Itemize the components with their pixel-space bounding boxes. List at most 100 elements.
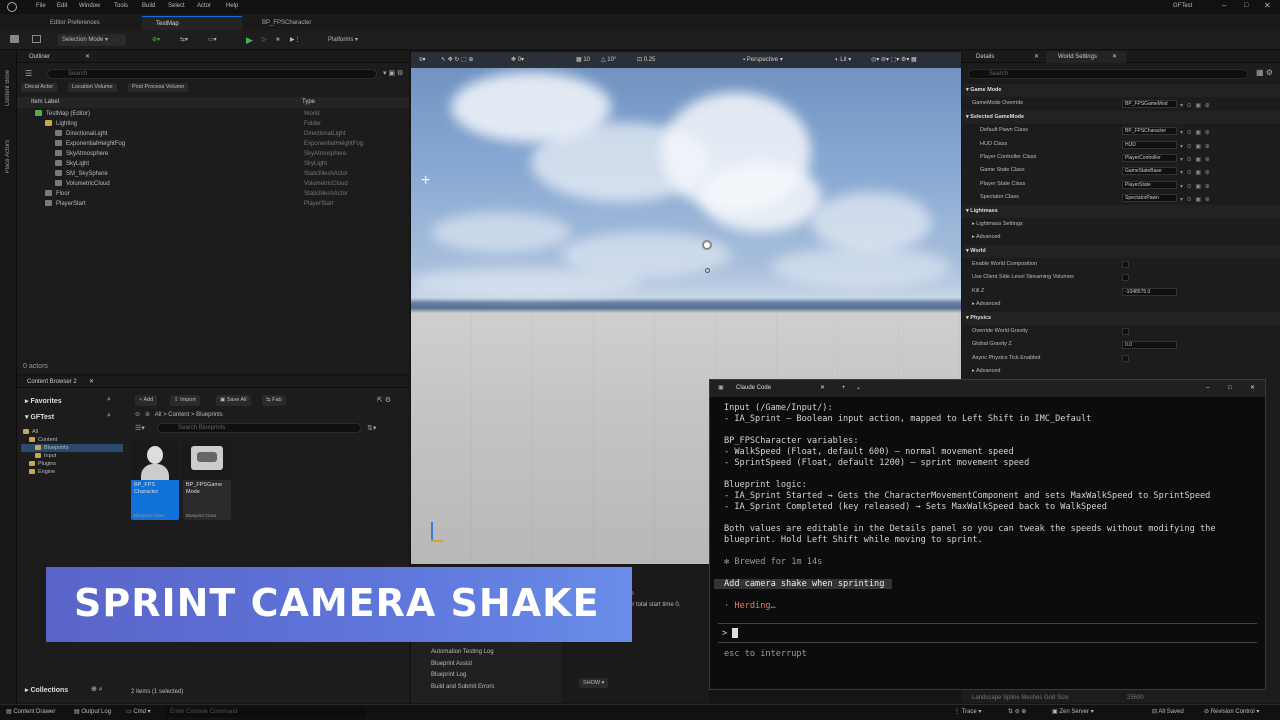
outliner-row[interactable]: TestMap (Editor) World xyxy=(17,109,409,119)
outliner-row[interactable]: SkyLight SkyLight xyxy=(17,159,409,169)
terminal-input[interactable]: > xyxy=(718,623,1257,643)
details-section[interactable]: ▾ Lightmass xyxy=(962,204,1280,218)
menu-file[interactable]: File xyxy=(36,3,46,9)
tab-dropdown-icon[interactable]: ⌄ xyxy=(856,380,861,397)
terminal-minimize-icon[interactable]: – xyxy=(1206,380,1209,397)
outliner-row[interactable]: Floor StaticMeshActor xyxy=(17,189,409,199)
details-value-field[interactable]: SpectatorPawn xyxy=(1122,194,1177,203)
platforms-dropdown[interactable]: Platforms ▾ xyxy=(324,34,362,46)
lit-dropdown[interactable]: ◐ Lit ▾ xyxy=(835,52,851,68)
details-value-field[interactable]: BP_FPSCharacter xyxy=(1122,127,1177,136)
details-row[interactable]: ▸ Advanced xyxy=(962,365,1280,378)
log-category-item[interactable]: Automation Testing Log xyxy=(411,647,561,659)
menu-select[interactable]: Select xyxy=(168,3,185,9)
outliner-row[interactable]: SkyAtmosphere SkyAtmosphere xyxy=(17,149,409,159)
tree-item[interactable]: Plugins xyxy=(21,460,123,468)
details-section[interactable]: ▾ Selected GameMode xyxy=(962,110,1280,125)
crumb-blueprints[interactable]: Blueprints xyxy=(196,412,223,418)
unreal-logo-icon[interactable] xyxy=(7,2,17,12)
details-row[interactable]: Spectator Class SpectatorPawn ▾ ⊙ ▣ ⊕ xyxy=(962,191,1280,204)
menu-window[interactable]: Window xyxy=(79,3,100,9)
details-row[interactable]: Enable World Composition xyxy=(962,258,1280,271)
zen-server-button[interactable]: ▣ Zen Server ▾ xyxy=(1052,705,1094,720)
details-value-field[interactable]: BP_FPSGameMod xyxy=(1122,100,1177,109)
save-all-button[interactable]: ▣ Save All xyxy=(216,395,251,406)
details-row[interactable]: ▸ Advanced xyxy=(962,298,1280,311)
favorites-section[interactable]: ▸ Favorites xyxy=(25,397,62,406)
menu-edit[interactable]: Edit xyxy=(57,3,67,9)
tree-item[interactable]: Input xyxy=(21,452,123,460)
cmd-dropdown[interactable]: ▭ Cmd ▾ xyxy=(126,705,151,720)
place-actors-tab[interactable]: Place Actors xyxy=(5,140,11,173)
outliner-search-input[interactable]: Search xyxy=(47,69,377,79)
derived-data-icons[interactable]: ⇅ ⊘ ⊕ xyxy=(1008,705,1026,720)
terminal-close-icon[interactable]: ✕ xyxy=(1250,380,1255,397)
close-icon[interactable]: ✕ xyxy=(1264,1,1271,10)
tab-testmap[interactable]: TestMap xyxy=(142,16,242,30)
col-type[interactable]: Type xyxy=(302,97,315,108)
details-checkbox[interactable] xyxy=(1122,354,1129,362)
outliner-row[interactable]: SM_SkySphere StaticMeshActor xyxy=(17,169,409,179)
details-row[interactable]: Game State Class GameStateBase ▾ ⊙ ▣ ⊕ xyxy=(962,164,1280,177)
details-section[interactable]: ▾ Game Mode xyxy=(962,84,1280,98)
details-checkbox[interactable] xyxy=(1122,274,1129,282)
details-row[interactable]: ▸ Lightmass Settings xyxy=(962,218,1280,231)
content-browser-close-icon[interactable]: ✕ xyxy=(89,376,94,388)
details-search-input[interactable]: Search xyxy=(968,69,1248,79)
back-icon[interactable]: ⊖ xyxy=(135,412,140,418)
collections-icons[interactable]: ⊕ ⌕ xyxy=(91,685,103,694)
favorites-search-icon[interactable]: ⌕ xyxy=(107,396,111,404)
all-saved-button[interactable]: ⊟ All Saved xyxy=(1152,705,1184,720)
tree-item[interactable]: Content xyxy=(21,436,123,444)
details-value-field[interactable]: PlayerController xyxy=(1122,153,1177,162)
outliner-row[interactable]: DirectionalLight DirectionalLight xyxy=(17,129,409,139)
tab-world-close-icon[interactable]: ✕ xyxy=(1112,51,1117,63)
details-checkbox[interactable] xyxy=(1122,328,1129,336)
details-section[interactable]: ▾ World xyxy=(962,244,1280,259)
details-value-field[interactable]: -1048575.0 xyxy=(1122,287,1177,296)
actor-gizmo-icon[interactable] xyxy=(705,268,710,273)
menu-actor[interactable]: Actor xyxy=(197,3,211,9)
details-row[interactable]: Kill Z -1048575.0 xyxy=(962,285,1280,298)
asset-sort-icon[interactable]: ⇅▾ xyxy=(367,424,376,432)
add-button[interactable]: + Add xyxy=(135,395,158,406)
details-row[interactable]: GameMode Override BP_FPSGameMod ▾ ⊙ ▣ ⊕ xyxy=(962,97,1280,110)
save-icon[interactable] xyxy=(10,35,19,43)
log-category-item[interactable]: Blueprint Assist xyxy=(411,659,561,671)
step-icon[interactable]: ▷ xyxy=(258,34,271,46)
tab-bp-fpscharacter[interactable]: BP_FPSCharacter xyxy=(248,16,348,30)
perspective-dropdown[interactable]: ▪ Perspective ▾ xyxy=(743,52,783,68)
forward-icon[interactable]: ⊕ xyxy=(145,412,150,418)
project-search-icon[interactable]: ⌕ xyxy=(107,412,111,420)
details-row[interactable]: Global Gravity Z 0.0 xyxy=(962,338,1280,351)
show-button[interactable]: SHOW ▾ xyxy=(579,678,609,688)
details-checkbox[interactable] xyxy=(1122,261,1129,269)
details-value-field[interactable]: GameStateBase xyxy=(1122,167,1177,176)
crumb-all[interactable]: All xyxy=(155,412,162,418)
selection-mode-dropdown[interactable]: Selection Mode ▾ xyxy=(58,34,126,46)
terminal-tab-close-icon[interactable]: ✕ xyxy=(820,380,825,397)
tree-item[interactable]: Engine xyxy=(21,468,123,476)
details-row[interactable]: Override World Gravity xyxy=(962,325,1280,338)
new-tab-icon[interactable]: + xyxy=(842,380,846,397)
filter-icon[interactable]: ☰ xyxy=(25,69,32,78)
light-gizmo-icon[interactable] xyxy=(702,240,712,250)
menu-help[interactable]: Help xyxy=(226,3,238,9)
filter-location-volume[interactable]: Location Volume xyxy=(68,83,117,92)
output-log-button[interactable]: ▤ Output Log xyxy=(74,705,111,720)
revision-control-button[interactable]: ⊘ Revision Control ▾ xyxy=(1204,705,1259,720)
crumb-content[interactable]: Content xyxy=(168,412,189,418)
outliner-options-icon[interactable]: ▾ ▣ ⚙ xyxy=(383,69,403,77)
tab-details[interactable]: Details xyxy=(976,51,994,63)
filter-post-process-volume[interactable]: Post Process Volume xyxy=(128,83,189,92)
asset-bp-fps-character[interactable]: BP_FPS Character Blueprint Class xyxy=(131,440,179,520)
details-row[interactable]: Default Pawn Class BP_FPSCharacter ▾ ⊙ ▣ ⊕ xyxy=(962,124,1280,137)
project-section[interactable]: ▾ GFTest xyxy=(25,413,54,422)
menu-tools[interactable]: Tools xyxy=(114,3,128,9)
details-value-field[interactable]: PlayerState xyxy=(1122,180,1177,189)
viewport-options-icon[interactable]: ≡▾ xyxy=(419,52,426,68)
blueprint-icon[interactable]: ⇆▾ xyxy=(176,34,192,46)
details-row[interactable]: Use Client Side Level Streaming Volumes xyxy=(962,271,1280,284)
content-drawer-button[interactable]: ▤ Content Drawer xyxy=(6,705,55,720)
console-input[interactable]: Enter Console Command xyxy=(166,708,366,717)
